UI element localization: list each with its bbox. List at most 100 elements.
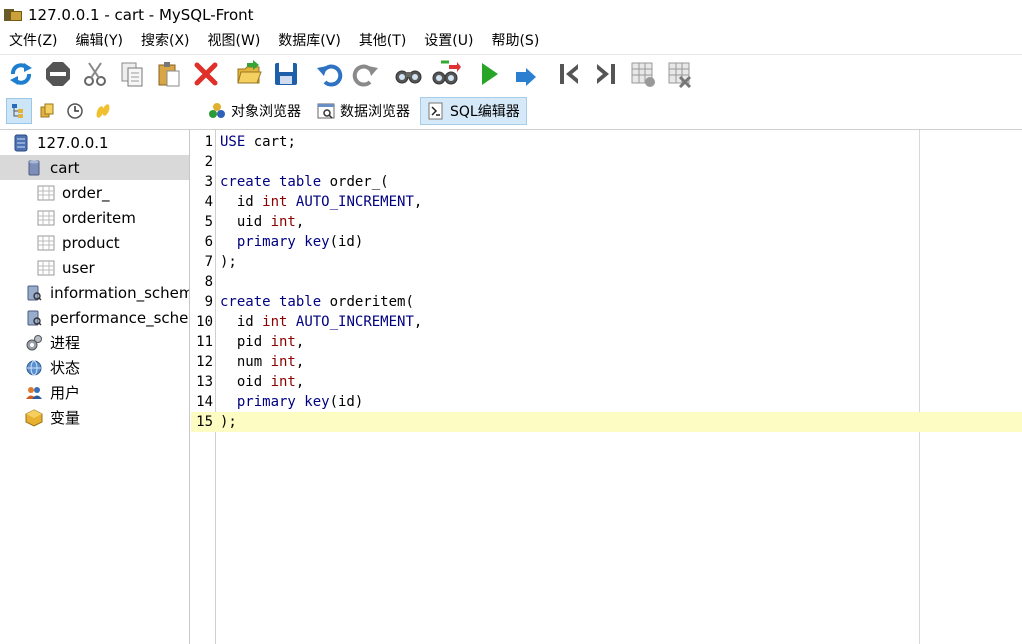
sql-text: ,: [295, 354, 305, 370]
line-number: 7: [204, 254, 213, 270]
tree-item-label: 状态: [50, 359, 81, 377]
tree-item-label: 变量: [50, 409, 81, 427]
code-line[interactable]: 4 id int AUTO_INCREMENT,: [191, 192, 1022, 212]
bookmarks-button[interactable]: [34, 98, 60, 124]
open-button[interactable]: [234, 59, 264, 89]
menu-edit[interactable]: 编辑(Y): [67, 30, 132, 53]
code-line[interactable]: 11 pid int,: [191, 332, 1022, 352]
line-number: 1: [204, 134, 213, 150]
code-line[interactable]: 13 oid int,: [191, 372, 1022, 392]
main-toolbar: [0, 54, 1022, 94]
save-button[interactable]: [271, 59, 301, 89]
code-line[interactable]: 1 USE cart;: [191, 132, 1022, 152]
tree-item-information-schema[interactable]: information_schem: [0, 280, 189, 305]
copy-button[interactable]: [117, 59, 147, 89]
undo-button[interactable]: [314, 59, 344, 89]
sql-text: (id): [329, 394, 364, 410]
tree-item-server[interactable]: 127.0.0.1: [0, 130, 189, 155]
paste-icon: [158, 62, 180, 87]
find-button[interactable]: [394, 59, 424, 89]
tree-view-button[interactable]: [6, 98, 32, 124]
tree-item-table-user[interactable]: user: [0, 255, 189, 280]
tree-item-table-order[interactable]: order_: [0, 180, 189, 205]
tree-item-processes[interactable]: 进程: [0, 330, 189, 355]
tree-item-performance-schema[interactable]: performance_scher: [0, 305, 189, 330]
code-line[interactable]: 9 create table orderitem(: [191, 292, 1022, 312]
tree-item-status[interactable]: 状态: [0, 355, 189, 380]
replace-button[interactable]: [431, 59, 461, 89]
menu-file[interactable]: 文件(Z): [0, 30, 67, 53]
code-line[interactable]: 8: [191, 272, 1022, 292]
code-line[interactable]: 7);: [191, 252, 1022, 272]
code-text: id int AUTO_INCREMENT,: [220, 314, 423, 330]
menu-other[interactable]: 其他(T): [350, 30, 415, 53]
menu-help[interactable]: 帮助(S): [482, 30, 548, 53]
cut-button[interactable]: [80, 59, 110, 89]
save-icon: [275, 63, 297, 85]
menu-view[interactable]: 视图(W): [199, 30, 270, 53]
code-line[interactable]: 2: [191, 152, 1022, 172]
run-button[interactable]: [474, 59, 504, 89]
menu-settings[interactable]: 设置(U): [415, 30, 482, 53]
code-text: create table orderitem(: [220, 294, 414, 310]
code-text: USE cart;: [220, 134, 296, 150]
delete-record-button[interactable]: [665, 59, 695, 89]
code-line[interactable]: 14 primary key(id): [191, 392, 1022, 412]
sql-editor[interactable]: 1 USE cart; 2 3 create table order_(4 id int…: [191, 130, 1022, 644]
run-selection-button[interactable]: [511, 59, 541, 89]
code-line[interactable]: 15);: [191, 412, 1022, 432]
first-record-button[interactable]: [554, 59, 584, 89]
tree-item-label: information_schem: [50, 283, 190, 302]
tree-item-users[interactable]: 用户: [0, 380, 189, 405]
tree-item-variables[interactable]: 变量: [0, 405, 189, 430]
code-line[interactable]: 5 uid int,: [191, 212, 1022, 232]
tree-item-label: 用户: [50, 384, 81, 402]
sql-keyword: primary key: [236, 394, 330, 410]
code-text: );: [220, 254, 237, 270]
code-line[interactable]: 6 primary key(id): [191, 232, 1022, 252]
sql-editor-icon: [428, 102, 443, 120]
sql-text: pid: [220, 334, 271, 350]
paste-button[interactable]: [154, 59, 184, 89]
delete-icon: [194, 62, 218, 86]
history-icon: [67, 103, 83, 119]
tree-item-label: cart: [50, 158, 80, 177]
history-button[interactable]: [62, 98, 88, 124]
code-line[interactable]: 10 id int AUTO_INCREMENT,: [191, 312, 1022, 332]
tab-sql-editor[interactable]: SQL编辑器: [420, 97, 527, 125]
title-bar: 127.0.0.1 - cart - MySQL-Front: [0, 0, 1022, 30]
mysql-front-app-icon: [4, 7, 22, 23]
tree-item-database-cart[interactable]: cart: [0, 155, 189, 180]
sql-keyword: USE: [220, 134, 246, 150]
last-record-icon: [597, 64, 615, 84]
stop-button[interactable]: [43, 59, 73, 89]
window-title: 127.0.0.1 - cart - MySQL-Front: [28, 6, 254, 24]
redo-button[interactable]: [351, 59, 381, 89]
tree-item-table-orderitem[interactable]: orderitem: [0, 205, 189, 230]
line-number: 14: [196, 394, 213, 410]
menu-search[interactable]: 搜索(X): [132, 30, 199, 53]
delete-button[interactable]: [191, 59, 221, 89]
line-number: 4: [204, 194, 213, 210]
sql-text: id: [220, 314, 263, 330]
refresh-button[interactable]: [6, 59, 36, 89]
undo-icon: [317, 64, 343, 87]
tab-data-browser[interactable]: 数据浏览器: [311, 97, 416, 125]
sql-datatype: int: [262, 314, 288, 330]
sql-text: );: [220, 254, 237, 270]
code-area[interactable]: 1 USE cart; 2 3 create table order_(4 id int…: [191, 132, 1022, 432]
sql-datatype: int: [262, 194, 288, 210]
line-number: 2: [204, 154, 213, 170]
code-line[interactable]: 3 create table order_(: [191, 172, 1022, 192]
sql-history-button[interactable]: [90, 98, 116, 124]
line-number: 13: [196, 374, 213, 390]
code-line[interactable]: 12 num int,: [191, 352, 1022, 372]
tree-item-table-product[interactable]: product: [0, 230, 189, 255]
object-browser-icon: [209, 103, 225, 118]
navigation-tree: 127.0.0.1 cart order_ orderitem product: [0, 130, 190, 644]
insert-record-button[interactable]: [628, 59, 658, 89]
menu-database[interactable]: 数据库(V): [269, 30, 350, 53]
tab-object-browser[interactable]: 对象浏览器: [202, 97, 307, 125]
last-record-button[interactable]: [591, 59, 621, 89]
